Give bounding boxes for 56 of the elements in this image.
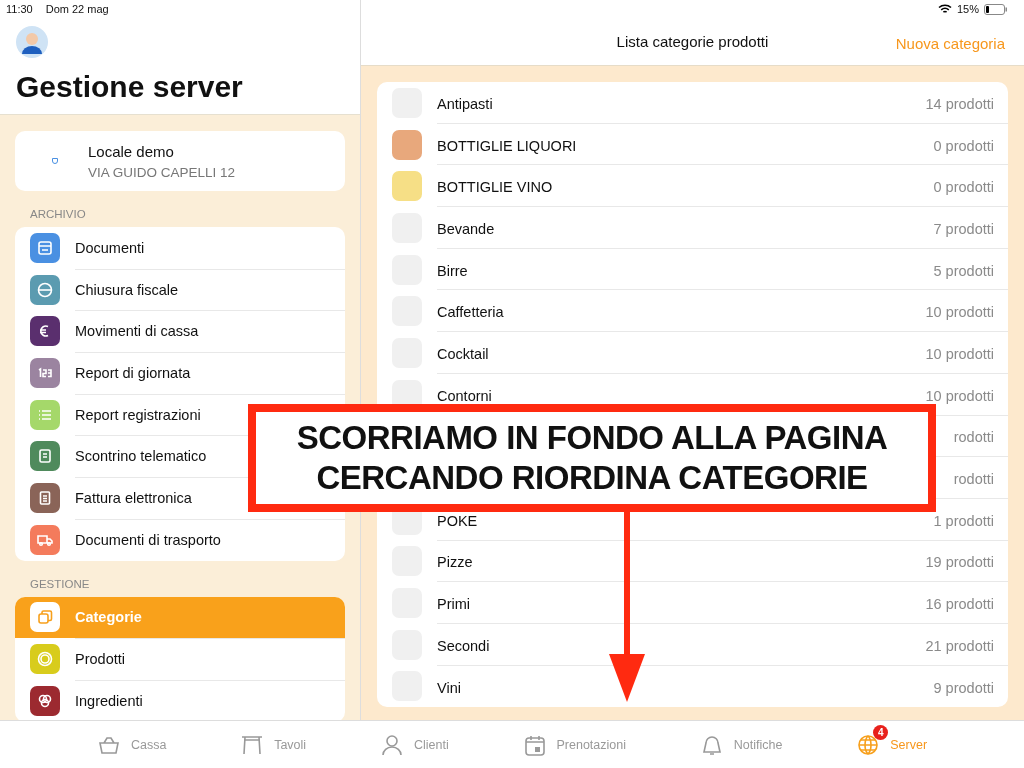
sidebar-item[interactable]: Chiusura fiscale: [15, 268, 345, 311]
avatar-icon[interactable]: [16, 26, 48, 58]
status-time: 11:30: [6, 3, 33, 15]
category-name[interactable]: BOTTIGLIE LIQUORI: [437, 137, 577, 154]
product-count: 0 prodotti: [933, 137, 994, 154]
section-heading: ARCHIVIO: [29, 207, 87, 222]
category-name[interactable]: POKE: [437, 512, 478, 529]
sidebar-item[interactable]: Report di giornata: [15, 352, 345, 394]
wifi-icon: [937, 4, 952, 14]
sidebar-item[interactable]: Documenti: [15, 227, 345, 269]
sidebar-item[interactable]: Documenti di trasporto: [15, 518, 345, 561]
battery-percent: 15%: [956, 3, 979, 15]
venue-name: Locale demo: [88, 142, 175, 160]
category-name[interactable]: BOTTIGLIE VINO: [437, 179, 553, 196]
product-count: 21 prodotti: [925, 637, 994, 654]
battery-icon: [984, 3, 1008, 15]
category-name[interactable]: Bevande: [437, 220, 495, 237]
venue-card[interactable]: Locale demo VIA GUIDO CAPELLI 12: [15, 131, 345, 191]
tab-bar-item[interactable]: 4 Server: [856, 721, 928, 768]
sidebar-item[interactable]: Ingredienti: [15, 679, 345, 720]
category-name[interactable]: Antipasti: [437, 95, 493, 112]
callout-text: SCORRIAMO IN FONDO ALLA PAGINA: [296, 417, 888, 458]
shield-icon: [52, 158, 58, 164]
product-count: rodotti: [953, 429, 994, 446]
product-count: 1 prodotti: [933, 512, 994, 529]
category-name[interactable]: Vini: [437, 679, 461, 696]
page-title: Lista categorie prodotti: [616, 33, 769, 50]
calendar-icon: [522, 733, 547, 757]
table-icon: [240, 733, 265, 757]
venue-address: VIA GUIDO CAPELLI 12: [88, 164, 236, 180]
product-count: 5 prodotti: [933, 262, 994, 279]
category-name[interactable]: Cocktail: [437, 345, 489, 362]
sidebar-item[interactable]: Prodotti: [15, 638, 345, 680]
notification-badge: 4: [873, 725, 889, 740]
callout-text: CERCANDO RIORDINA CATEGORIE: [316, 458, 868, 498]
section-heading: GESTIONE: [29, 576, 91, 592]
category-name[interactable]: Contorni: [437, 387, 492, 404]
status-date: Dom 22 mag: [45, 3, 109, 15]
product-count: 9 prodotti: [933, 679, 994, 696]
product-count: 16 prodotti: [925, 596, 994, 613]
category-name[interactable]: Pizze: [437, 554, 473, 571]
category-name[interactable]: Birre: [437, 262, 468, 279]
product-count: 10 prodotti: [925, 345, 994, 362]
product-count: rodotti: [953, 471, 994, 488]
product-count: 0 prodotti: [933, 179, 994, 196]
product-count: 10 prodotti: [925, 304, 994, 321]
sidebar-item[interactable]: Movimenti di cassa: [15, 310, 345, 353]
sidebar-title: Gestione server: [16, 70, 244, 104]
person-icon: [379, 733, 404, 757]
category-name[interactable]: Caffetteria: [437, 304, 504, 321]
product-count: 10 prodotti: [925, 387, 994, 404]
product-count: 7 prodotti: [933, 220, 994, 237]
product-count: 14 prodotti: [925, 95, 994, 112]
category-name[interactable]: Primi: [437, 596, 471, 613]
product-count: 19 prodotti: [925, 554, 994, 571]
category-name[interactable]: Secondi: [437, 637, 490, 654]
